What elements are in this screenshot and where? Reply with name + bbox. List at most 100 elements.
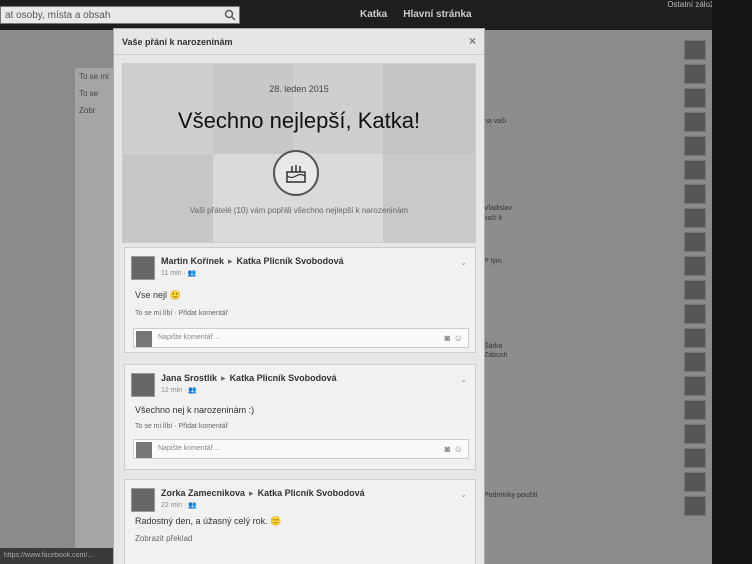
avatar[interactable] xyxy=(131,256,155,280)
search-icon[interactable] xyxy=(224,9,236,21)
bg-right-text: P tým xyxy=(484,258,502,265)
post-meta: 12 min · 👥 xyxy=(161,387,197,394)
nav-profile-link[interactable]: Katka xyxy=(360,9,387,20)
friend-avatar[interactable] xyxy=(684,376,706,396)
post-actions: To se mi líbí · Přidat komentář xyxy=(135,310,229,317)
post-meta: 22 min · 👥 xyxy=(161,502,197,509)
post-target[interactable]: Katka Plicník Svobodová xyxy=(237,256,344,266)
friend-avatar[interactable] xyxy=(684,232,706,252)
like-link[interactable]: To se mi líbí xyxy=(135,310,172,317)
birthday-cake-icon xyxy=(273,150,319,196)
wall-post: Jana Srostlík ▸ Katka Plicník Svobodová 12… xyxy=(124,364,476,470)
avatar[interactable] xyxy=(131,488,155,512)
friends-icon: 👥 xyxy=(187,270,197,277)
friend-avatar[interactable] xyxy=(684,136,706,156)
chevron-down-icon[interactable]: ⌄ xyxy=(460,375,467,384)
dialog-title: Vaše přání k narozeninám xyxy=(122,37,233,47)
post-header: Martin Kořínek ▸ Katka Plicník Svobodová xyxy=(161,256,344,267)
wall-post: Zorka Zamecnikova ▸ Katka Plicník Svobodov… xyxy=(124,479,476,564)
bg-right-text[interactable]: Podmínky použití xyxy=(484,492,538,499)
bg-left-item: Zobr xyxy=(79,106,96,115)
avatar xyxy=(136,331,152,347)
friend-avatar[interactable] xyxy=(684,304,706,324)
post-message: Radostný den, a úžasný celý rok. 🙂 xyxy=(135,516,282,526)
friends-icon: 👥 xyxy=(188,502,197,509)
post-time[interactable]: 11 min xyxy=(161,270,182,277)
arrow-right-icon: ▸ xyxy=(249,488,254,498)
post-message: Vse nejl 🙂 xyxy=(135,290,181,300)
chat-friends-column xyxy=(684,40,712,550)
bg-right-text: Zábosh xyxy=(484,352,508,359)
search-placeholder: at osoby, místa a obsah xyxy=(5,10,111,21)
bg-right-text: na vaši xyxy=(484,118,507,125)
avatar[interactable] xyxy=(131,373,155,397)
friend-avatar[interactable] xyxy=(684,256,706,276)
friend-avatar[interactable] xyxy=(684,64,706,84)
chevron-down-icon[interactable]: ⌄ xyxy=(460,490,467,499)
post-header: Jana Srostlík ▸ Katka Plicník Svobodová xyxy=(161,373,337,384)
post-author[interactable]: Martin Kořínek xyxy=(161,256,224,266)
comment-field[interactable]: Napište komentář… ◙ ☺ xyxy=(133,439,469,459)
friends-icon: 👥 xyxy=(188,387,197,394)
comment-link[interactable]: Přidat komentář xyxy=(179,423,228,430)
like-link[interactable]: To se mi líbí xyxy=(135,423,172,430)
friend-avatar[interactable] xyxy=(684,40,706,60)
background-left-column: To se mi To se Zobr xyxy=(75,68,115,564)
friend-avatar[interactable] xyxy=(684,352,706,372)
post-header: Zorka Zamecnikova ▸ Katka Plicník Svobodov… xyxy=(161,488,365,499)
comment-link[interactable]: Přidat komentář xyxy=(179,310,228,317)
friend-avatar[interactable] xyxy=(684,472,706,492)
friend-avatar[interactable] xyxy=(684,184,706,204)
camera-icon[interactable]: ◙ xyxy=(445,333,450,343)
post-target[interactable]: Katka Plicník Svobodová xyxy=(230,373,337,383)
close-icon[interactable]: × xyxy=(469,34,476,48)
comment-placeholder: Napište komentář… xyxy=(158,334,220,341)
friend-avatar[interactable] xyxy=(684,328,706,348)
post-target[interactable]: Katka Plicník Svobodová xyxy=(258,488,365,498)
friend-avatar[interactable] xyxy=(684,280,706,300)
nav-home-link[interactable]: Hlavní stránka xyxy=(403,9,471,20)
post-message: Všechno nej k narozeninám :) xyxy=(135,405,255,415)
friend-avatar[interactable] xyxy=(684,208,706,228)
friend-avatar[interactable] xyxy=(684,496,706,516)
post-author[interactable]: Jana Srostlík xyxy=(161,373,217,383)
friend-photo xyxy=(123,154,213,242)
friend-avatar[interactable] xyxy=(684,424,706,444)
banner-subtitle: Vaši přátelé (10) vám popřáli všechno ne… xyxy=(189,206,409,215)
chevron-down-icon[interactable]: ⌄ xyxy=(460,258,467,267)
emoji-icon[interactable]: ☺ xyxy=(454,444,463,454)
background-right-column: na vaši Vladislav kačí k P tým Šárka Záb… xyxy=(484,30,644,564)
monitor-bezel xyxy=(712,0,752,564)
bg-left-item: To se mi xyxy=(79,72,109,81)
translate-link[interactable]: Zobrazit překlad xyxy=(135,534,192,543)
friend-photo xyxy=(383,154,475,242)
emoji-icon[interactable]: ☺ xyxy=(454,333,463,343)
friend-avatar[interactable] xyxy=(684,88,706,108)
status-url: https://www.facebook.com/... xyxy=(4,552,94,559)
dialog-header: Vaše přání k narozeninám × xyxy=(114,29,484,55)
post-meta: 11 min · 👥 xyxy=(161,270,197,277)
post-time[interactable]: 12 min xyxy=(161,387,182,394)
arrow-right-icon: ▸ xyxy=(228,256,233,266)
post-time[interactable]: 22 min xyxy=(161,502,182,509)
friend-avatar[interactable] xyxy=(684,400,706,420)
banner-headline: Všechno nejlepší, Katka! xyxy=(177,108,421,133)
wall-post: Martin Kořínek ▸ Katka Plicník Svobodová 1… xyxy=(124,247,476,353)
camera-icon[interactable]: ◙ xyxy=(445,444,450,454)
top-nav: Katka Hlavní stránka xyxy=(360,9,472,20)
friend-avatar[interactable] xyxy=(684,160,706,180)
birthday-banner: 28. leden 2015 Všechno nejlepší, Katka! … xyxy=(122,63,476,243)
bg-right-text: kačí k xyxy=(484,215,503,222)
bg-right-text: Vladislav xyxy=(484,205,513,212)
bg-left-item: To se xyxy=(79,89,99,98)
comment-field[interactable]: Napište komentář… ◙ ☺ xyxy=(133,328,469,348)
search-input[interactable]: at osoby, místa a obsah xyxy=(0,6,240,24)
bg-right-text: Šárka xyxy=(484,343,503,350)
arrow-right-icon: ▸ xyxy=(221,373,226,383)
friend-avatar[interactable] xyxy=(684,112,706,132)
post-actions: To se mi líbí · Přidat komentář xyxy=(135,423,229,430)
avatar xyxy=(136,442,152,458)
friend-avatar[interactable] xyxy=(684,448,706,468)
banner-date: 28. leden 2015 xyxy=(269,84,329,94)
post-author[interactable]: Zorka Zamecnikova xyxy=(161,488,245,498)
